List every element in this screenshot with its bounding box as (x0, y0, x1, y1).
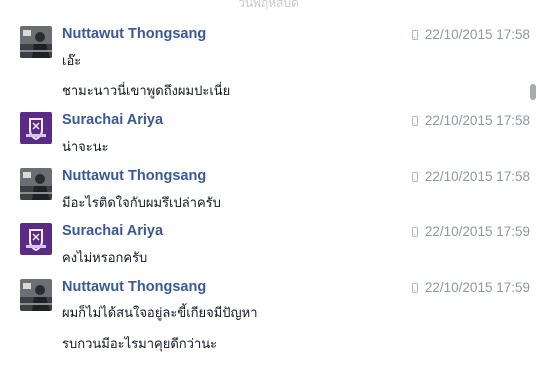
message-text: น่าจะนะ (62, 140, 109, 155)
message-group: Nuttawut Thongsang 22/10/2015 17:59 ผมก็… (20, 279, 530, 353)
nuttawut-avatar[interactable] (20, 168, 52, 200)
message-group: Surachai Ariya 22/10/2015 17:58 น่าจะนะ (20, 112, 530, 156)
message-thread: วันพฤหัสบดี Nuttawut Thongsang 22/10/201… (0, 0, 537, 367)
message-text: ผมก็ไม่ได้สนใจอยู่ละขี้เกียจมีปัญหา (62, 306, 258, 321)
mobile-phone-icon (411, 29, 418, 40)
timestamp: 22/10/2015 17:59 (424, 280, 530, 295)
mobile-phone-icon (411, 282, 418, 293)
message-meta: 22/10/2015 17:59 (411, 280, 530, 295)
timestamp: 22/10/2015 17:59 (424, 224, 530, 239)
nuttawut-avatar[interactable] (20, 279, 52, 311)
message-group: Nuttawut Thongsang 22/10/2015 17:58 มีอะ… (20, 168, 530, 212)
message-meta: 22/10/2015 17:59 (411, 224, 530, 239)
message-text: มีอะไรติดใจกับผมรึเปล่าครับ (62, 196, 221, 211)
sender-name[interactable]: Surachai Ariya (62, 223, 163, 239)
message-meta: 22/10/2015 17:58 (411, 27, 530, 42)
sender-name[interactable]: Nuttawut Thongsang (62, 26, 206, 42)
mobile-phone-icon (411, 171, 418, 182)
message-group: Nuttawut Thongsang 22/10/2015 17:58 เอ๊ะ… (20, 26, 530, 99)
mobile-phone-icon (411, 226, 418, 237)
mobile-phone-icon (411, 115, 418, 126)
sender-name[interactable]: Nuttawut Thongsang (62, 168, 206, 184)
timestamp: 22/10/2015 17:58 (424, 169, 530, 184)
sender-name[interactable]: Surachai Ariya (62, 112, 163, 128)
surachai-avatar[interactable] (20, 223, 52, 255)
message-text: ชามะนาวนี่เขาพูดถึงผมปะเนี่ย (62, 84, 231, 99)
sender-name[interactable]: Nuttawut Thongsang (62, 279, 206, 295)
nuttawut-avatar[interactable] (20, 26, 52, 58)
date-divider-label: วันพฤหัสบดี (238, 0, 299, 10)
message-text: รบกวนมีอะไรมาคุยดีกว่านะ (62, 337, 218, 352)
timestamp: 22/10/2015 17:58 (424, 27, 530, 42)
surachai-avatar[interactable] (20, 112, 52, 144)
scrollbar-thumb[interactable] (530, 84, 536, 100)
message-meta: 22/10/2015 17:58 (411, 113, 530, 128)
message-meta: 22/10/2015 17:58 (411, 169, 530, 184)
message-text: คงไม่หรอกครับ (62, 251, 148, 266)
message-text: เอ๊ะ (62, 54, 82, 69)
message-group: Surachai Ariya 22/10/2015 17:59 คงไม่หรอ… (20, 223, 530, 267)
timestamp: 22/10/2015 17:58 (424, 113, 530, 128)
